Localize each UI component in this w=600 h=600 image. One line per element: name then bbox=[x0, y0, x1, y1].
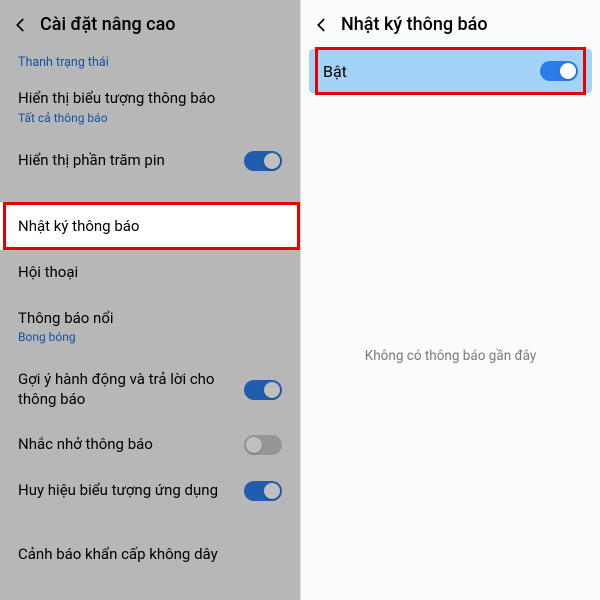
row-sublabel: Tất cả thông báo bbox=[18, 111, 215, 125]
row-label: Hội thoại bbox=[18, 263, 78, 283]
toggle-reminder[interactable] bbox=[244, 435, 282, 455]
row-notification-history[interactable]: Nhật ký thông báo bbox=[0, 202, 300, 251]
row-wireless-emergency-alerts[interactable]: Cảnh báo khẩn cấp không dây bbox=[0, 532, 300, 578]
row-label: Nhật ký thông báo bbox=[18, 217, 139, 235]
row-label: Huy hiệu biểu tượng ứng dụng bbox=[18, 481, 218, 501]
back-icon[interactable] bbox=[313, 16, 331, 34]
spacer bbox=[0, 514, 300, 532]
row-enable-history[interactable]: Bật bbox=[309, 49, 592, 93]
notification-history-screen: Nhật ký thông báo Bật Không có thông báo… bbox=[300, 0, 600, 600]
toggle-suggest-actions[interactable] bbox=[244, 380, 282, 400]
toggle-label: Bật bbox=[323, 62, 347, 81]
section-header-status-bar: Thanh trạng thái bbox=[0, 45, 300, 76]
row-label: Cảnh báo khẩn cấp không dây bbox=[18, 545, 218, 565]
page-title: Cài đặt nâng cao bbox=[40, 14, 176, 35]
row-suggest-actions[interactable]: Gợi ý hành động và trả lời cho thông báo bbox=[0, 357, 300, 422]
row-conversations[interactable]: Hội thoại bbox=[0, 250, 300, 296]
row-sublabel: Bong bóng bbox=[18, 330, 114, 344]
row-label: Hiển thị biểu tượng thông báo bbox=[18, 89, 215, 109]
advanced-settings-screen: Cài đặt nâng cao Thanh trạng thái Hiển t… bbox=[0, 0, 300, 600]
empty-state-message: Không có thông báo gần đây bbox=[301, 348, 600, 364]
row-label: Hiển thị phần trăm pin bbox=[18, 151, 165, 171]
toggle-badges[interactable] bbox=[244, 481, 282, 501]
row-battery-percent[interactable]: Hiển thị phần trăm pin bbox=[0, 138, 300, 184]
row-app-icon-badges[interactable]: Huy hiệu biểu tượng ứng dụng bbox=[0, 468, 300, 514]
row-label: Thông báo nổi bbox=[18, 309, 114, 329]
page-title: Nhật ký thông báo bbox=[341, 14, 488, 35]
back-icon[interactable] bbox=[12, 16, 30, 34]
toggle-enable-history[interactable] bbox=[540, 61, 578, 81]
row-show-notification-icons[interactable]: Hiển thị biểu tượng thông báo Tất cả thô… bbox=[0, 76, 300, 138]
row-floating-notifications[interactable]: Thông báo nổi Bong bóng bbox=[0, 296, 300, 358]
spacer bbox=[0, 184, 300, 202]
row-label: Gợi ý hành động và trả lời cho thông báo bbox=[18, 370, 228, 409]
row-notification-reminder[interactable]: Nhắc nhở thông báo bbox=[0, 422, 300, 468]
header: Cài đặt nâng cao bbox=[0, 0, 300, 45]
toggle-battery-percent[interactable] bbox=[244, 151, 282, 171]
row-label: Nhắc nhở thông báo bbox=[18, 435, 153, 455]
header: Nhật ký thông báo bbox=[301, 0, 600, 45]
